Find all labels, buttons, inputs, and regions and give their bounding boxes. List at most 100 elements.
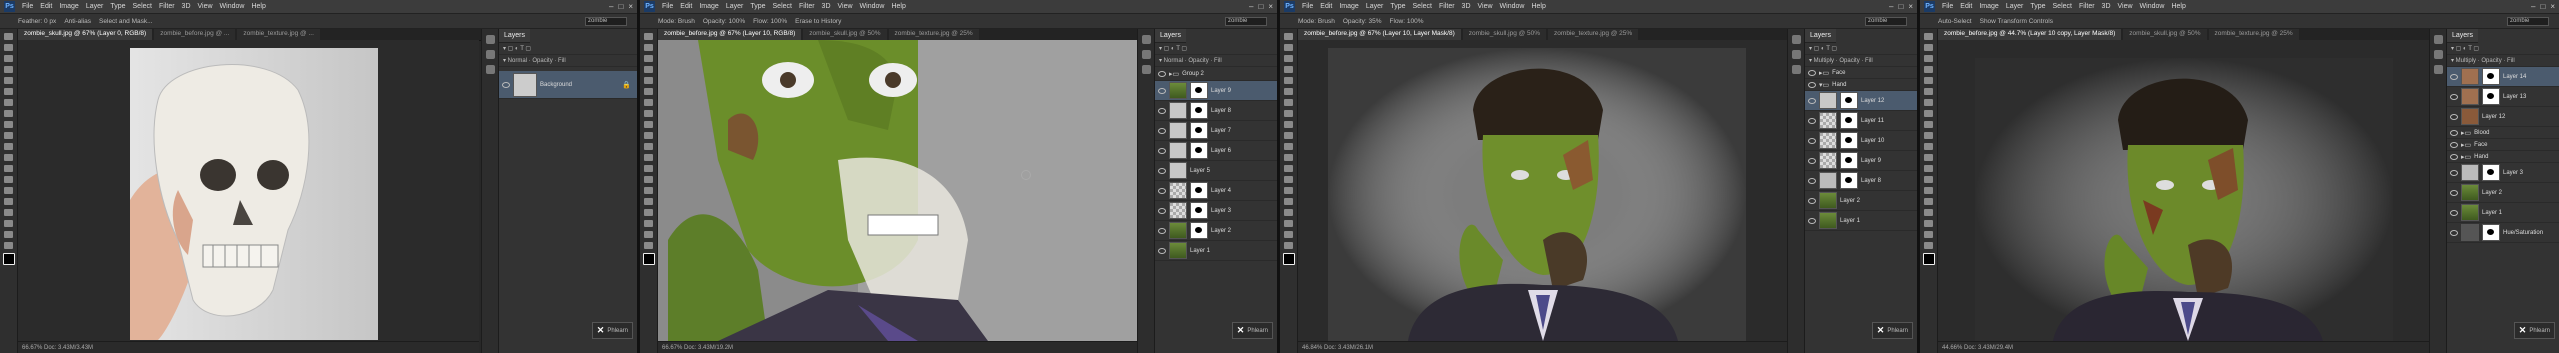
layer-row[interactable]: Layer 9	[1805, 151, 1917, 171]
option-auto-select[interactable]: Auto-Select	[1938, 18, 1972, 25]
eye-icon[interactable]	[1808, 177, 1816, 184]
layer-group-row[interactable]: ▸▭ Face	[2447, 139, 2559, 151]
path-select-tool-icon[interactable]	[1924, 209, 1933, 216]
eye-icon[interactable]	[1808, 197, 1816, 204]
history-brush-tool-icon[interactable]	[1284, 132, 1293, 139]
layer-row[interactable]: Layer 7	[1155, 121, 1277, 141]
eye-icon[interactable]	[1808, 217, 1816, 224]
layer-row[interactable]: Layer 8	[1155, 101, 1277, 121]
layer-group-row[interactable]: ▸▭ Hand	[2447, 151, 2559, 163]
option-mode[interactable]: Mode: Brush	[658, 18, 695, 25]
foreground-color-swatch[interactable]	[1282, 253, 1295, 265]
tab-zombie-before[interactable]: zombie_before.jpg @ 67% (Layer 10, Layer…	[1298, 29, 1461, 40]
eye-icon[interactable]	[2450, 189, 2458, 196]
eraser-tool-icon[interactable]	[1924, 143, 1933, 150]
option-opacity[interactable]: Opacity: 100%	[703, 18, 745, 25]
menu-select[interactable]: Select	[773, 3, 792, 10]
eye-icon[interactable]	[2450, 73, 2458, 80]
option-opacity[interactable]: Opacity: 35%	[1343, 18, 1382, 25]
path-select-tool-icon[interactable]	[1284, 209, 1293, 216]
type-tool-icon[interactable]	[4, 198, 13, 205]
pen-tool-icon[interactable]	[1284, 187, 1293, 194]
layer-mask-thumbnail[interactable]	[1190, 122, 1208, 139]
stamp-tool-icon[interactable]	[1924, 121, 1933, 128]
marquee-tool-icon[interactable]	[644, 44, 653, 51]
layer-row[interactable]: Layer 5	[1155, 161, 1277, 181]
eye-icon[interactable]	[502, 81, 510, 88]
layer-row[interactable]: Layer 2	[1155, 221, 1277, 241]
menu-window[interactable]: Window	[2140, 3, 2165, 10]
eye-icon[interactable]	[1158, 207, 1166, 214]
search-input[interactable]: zombie	[1865, 16, 1907, 26]
layer-row[interactable]: Layer 12	[2447, 107, 2559, 127]
tab-zombie-skull[interactable]: zombie_skull.jpg @ 50%	[803, 29, 887, 40]
dodge-tool-icon[interactable]	[4, 176, 13, 183]
eraser-tool-icon[interactable]	[4, 143, 13, 150]
eye-icon[interactable]	[2450, 153, 2458, 160]
search-input[interactable]: zombie	[1225, 16, 1267, 26]
foreground-color-swatch[interactable]	[1922, 253, 1935, 265]
layer-row[interactable]: Layer 3	[2447, 163, 2559, 183]
layers-panel-tab[interactable]: Layers	[1155, 29, 1187, 43]
menu-file[interactable]: File	[1942, 3, 1953, 10]
layer-row[interactable]: Layer 6	[1155, 141, 1277, 161]
menu-file[interactable]: File	[1302, 3, 1313, 10]
hand-tool-icon[interactable]	[1284, 231, 1293, 238]
adjustments-icon[interactable]	[2434, 65, 2443, 74]
layers-panel-tab[interactable]: Layers	[2447, 29, 2479, 43]
close-icon[interactable]: ×	[2550, 2, 2555, 11]
eye-icon[interactable]	[2450, 209, 2458, 216]
menu-type[interactable]: Type	[1390, 3, 1405, 10]
search-input[interactable]: zombie	[2507, 16, 2549, 26]
maximize-icon[interactable]: □	[1898, 2, 1903, 11]
brush-tool-icon[interactable]	[1924, 110, 1933, 117]
hand-tool-icon[interactable]	[644, 231, 653, 238]
layer-row[interactable]: Layer 9	[1155, 81, 1277, 101]
layer-mask-thumbnail[interactable]	[2482, 224, 2500, 241]
layer-group-row[interactable]: ▸▭ Group 2	[1155, 67, 1277, 81]
layer-row[interactable]: Layer 14	[2447, 67, 2559, 87]
eye-icon[interactable]	[1808, 69, 1816, 76]
minimize-icon[interactable]: –	[1889, 2, 1893, 11]
properties-icon[interactable]	[486, 50, 495, 59]
stamp-tool-icon[interactable]	[4, 121, 13, 128]
menu-type[interactable]: Type	[110, 3, 125, 10]
healing-tool-icon[interactable]	[644, 99, 653, 106]
menu-window[interactable]: Window	[1500, 3, 1525, 10]
layer-row[interactable]: Layer 2	[1805, 191, 1917, 211]
crop-tool-icon[interactable]	[4, 77, 13, 84]
eraser-tool-icon[interactable]	[644, 143, 653, 150]
menu-help[interactable]: Help	[2171, 3, 2185, 10]
layer-mask-thumbnail[interactable]	[1190, 182, 1208, 199]
menu-filter[interactable]: Filter	[1439, 3, 1455, 10]
layer-mask-thumbnail[interactable]	[1190, 142, 1208, 159]
option-select-and-mask[interactable]: Select and Mask...	[99, 18, 152, 25]
eye-icon[interactable]	[1808, 157, 1816, 164]
menu-file[interactable]: File	[662, 3, 673, 10]
adjustments-icon[interactable]	[1142, 65, 1151, 74]
history-brush-tool-icon[interactable]	[1924, 132, 1933, 139]
option-erase-to-history[interactable]: Erase to History	[795, 18, 841, 25]
eye-icon[interactable]	[1158, 87, 1166, 94]
marquee-tool-icon[interactable]	[4, 44, 13, 51]
menu-layer[interactable]: Layer	[86, 3, 104, 10]
eyedropper-tool-icon[interactable]	[1924, 88, 1933, 95]
history-icon[interactable]	[2434, 35, 2443, 44]
menu-3d[interactable]: 3D	[822, 3, 831, 10]
quick-select-tool-icon[interactable]	[1924, 66, 1933, 73]
layer-row[interactable]: Layer 1	[2447, 203, 2559, 223]
dodge-tool-icon[interactable]	[1284, 176, 1293, 183]
menu-layer[interactable]: Layer	[726, 3, 744, 10]
layer-group-row[interactable]: ▸▭ Face	[1805, 67, 1917, 79]
brush-tool-icon[interactable]	[4, 110, 13, 117]
pen-tool-icon[interactable]	[4, 187, 13, 194]
minimize-icon[interactable]: –	[1249, 2, 1253, 11]
layer-mask-thumbnail[interactable]	[1190, 102, 1208, 119]
layer-row[interactable]: Layer 11	[1805, 111, 1917, 131]
type-tool-icon[interactable]	[1924, 198, 1933, 205]
menu-select[interactable]: Select	[2053, 3, 2072, 10]
eye-icon[interactable]	[1158, 227, 1166, 234]
eye-icon[interactable]	[1808, 97, 1816, 104]
healing-tool-icon[interactable]	[1284, 99, 1293, 106]
menu-type[interactable]: Type	[750, 3, 765, 10]
